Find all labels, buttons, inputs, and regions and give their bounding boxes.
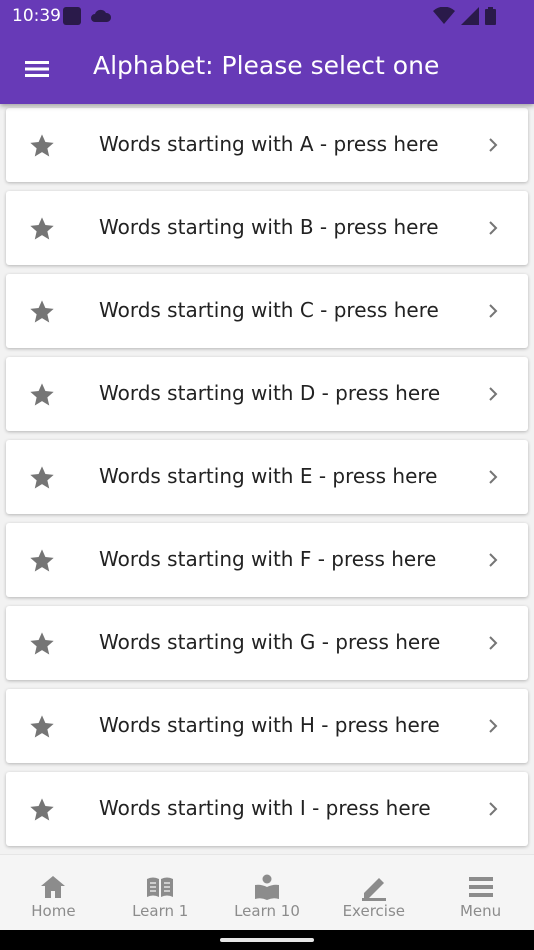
bottom-navigation: Home Learn 1 Learn 10 Exercise Menu bbox=[0, 854, 534, 930]
list-item[interactable]: Words starting with C - press here bbox=[6, 274, 528, 348]
gesture-bar bbox=[0, 930, 534, 950]
list-item-label: Words starting with F - press here bbox=[99, 547, 437, 571]
signal-icon bbox=[461, 7, 479, 25]
list-item-label: Words starting with E - press here bbox=[99, 464, 438, 488]
wifi-icon bbox=[433, 7, 455, 24]
alphabet-list: Words starting with A - press here Words… bbox=[0, 104, 534, 854]
status-time: 10:39 bbox=[12, 6, 61, 26]
nav-home-label: Home bbox=[31, 902, 76, 920]
cloud-icon bbox=[91, 9, 112, 22]
home-icon bbox=[41, 876, 66, 898]
list-item-label: Words starting with C - press here bbox=[99, 298, 439, 322]
list-item[interactable]: Words starting with D - press here bbox=[6, 357, 528, 431]
nav-learn-1-label: Learn 1 bbox=[132, 902, 189, 920]
gesture-handle[interactable] bbox=[220, 938, 314, 942]
chevron-right-icon bbox=[489, 387, 498, 401]
hamburger-menu-icon bbox=[25, 61, 49, 77]
star-icon[interactable] bbox=[28, 547, 56, 575]
chevron-right-icon bbox=[489, 553, 498, 567]
star-icon[interactable] bbox=[28, 630, 56, 658]
nav-learn-10[interactable]: Learn 10 bbox=[214, 855, 321, 930]
nav-learn-10-label: Learn 10 bbox=[234, 902, 300, 920]
list-item-label: Words starting with I - press here bbox=[99, 796, 431, 820]
nav-menu-label: Menu bbox=[459, 902, 502, 920]
menu-icon bbox=[468, 877, 493, 897]
nav-exercise-label: Exercise bbox=[342, 902, 405, 920]
list-item[interactable]: Words starting with H - press here bbox=[6, 689, 528, 763]
chevron-right-icon bbox=[489, 304, 498, 318]
chevron-right-icon bbox=[489, 470, 498, 484]
list-item[interactable]: Words starting with I - press here bbox=[6, 772, 528, 846]
chevron-right-icon bbox=[489, 636, 498, 650]
star-icon[interactable] bbox=[28, 132, 56, 160]
star-icon[interactable] bbox=[28, 464, 56, 492]
nav-learn-1[interactable]: Learn 1 bbox=[107, 855, 214, 930]
status-bar: 10:39 bbox=[0, 0, 534, 34]
pencil-icon bbox=[361, 878, 386, 901]
star-icon[interactable] bbox=[28, 215, 56, 243]
star-icon[interactable] bbox=[28, 796, 56, 824]
nav-menu[interactable]: Menu bbox=[427, 855, 534, 930]
list-item[interactable]: Words starting with F - press here bbox=[6, 523, 528, 597]
list-item-label: Words starting with G - press here bbox=[99, 630, 441, 654]
chevron-right-icon bbox=[489, 719, 498, 733]
star-icon[interactable] bbox=[28, 298, 56, 326]
book-icon bbox=[147, 877, 174, 897]
list-item-label: Words starting with D - press here bbox=[99, 381, 441, 405]
app-bar: 10:39 Alphabet: Please select one bbox=[0, 0, 534, 104]
list-item-label: Words starting with A - press here bbox=[99, 132, 439, 156]
list-item[interactable]: Words starting with E - press here bbox=[6, 440, 528, 514]
list-item-label: Words starting with H - press here bbox=[99, 713, 440, 737]
chevron-right-icon bbox=[489, 221, 498, 235]
list-item[interactable]: Words starting with G - press here bbox=[6, 606, 528, 680]
reader-icon bbox=[254, 874, 279, 900]
chevron-right-icon bbox=[489, 138, 498, 152]
list-item[interactable]: Words starting with A - press here bbox=[6, 108, 528, 182]
hamburger-menu-button[interactable] bbox=[18, 50, 56, 88]
app-notification-icon bbox=[63, 7, 81, 25]
nav-exercise[interactable]: Exercise bbox=[320, 855, 427, 930]
list-item-label: Words starting with B - press here bbox=[99, 215, 439, 239]
star-icon[interactable] bbox=[28, 381, 56, 409]
list-item[interactable]: Words starting with B - press here bbox=[6, 191, 528, 265]
page-title: Alphabet: Please select one bbox=[93, 51, 440, 80]
chevron-right-icon bbox=[489, 802, 498, 816]
toolbar: Alphabet: Please select one bbox=[0, 34, 534, 104]
battery-icon bbox=[485, 7, 496, 25]
star-icon[interactable] bbox=[28, 713, 56, 741]
nav-home[interactable]: Home bbox=[0, 855, 107, 930]
